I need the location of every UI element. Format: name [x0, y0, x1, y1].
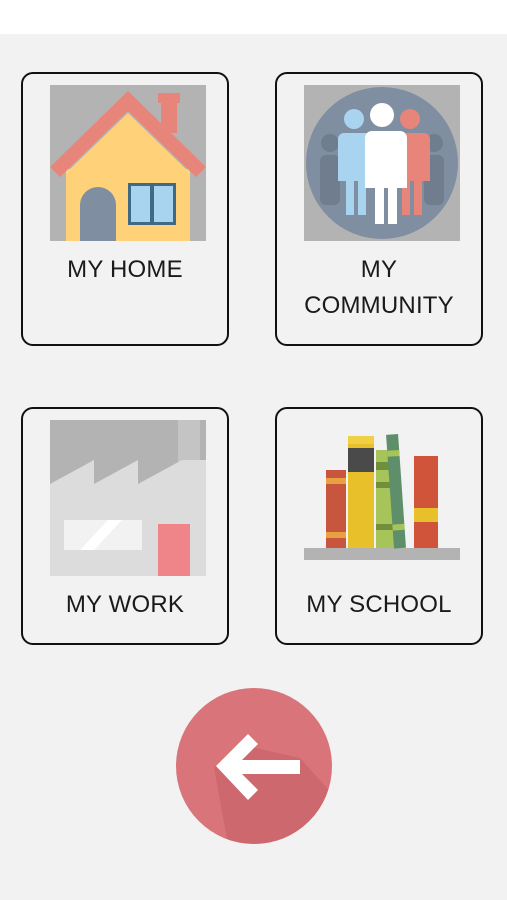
my-school-label: MY SCHOOL — [306, 591, 452, 618]
my-school-card[interactable]: MY SCHOOL — [275, 407, 483, 645]
my-work-card[interactable]: MY WORK — [21, 407, 229, 645]
back-button[interactable] — [176, 688, 332, 844]
my-work-label: MY WORK — [65, 591, 185, 618]
factory-icon — [50, 420, 206, 576]
my-community-label: MY COMMUNITY — [304, 256, 454, 319]
status-bar — [0, 0, 507, 34]
my-home-label: MY HOME — [67, 256, 183, 283]
people-icon — [304, 85, 460, 241]
books-icon — [304, 420, 460, 576]
my-community-card[interactable]: MY COMMUNITY — [275, 72, 483, 346]
my-home-card[interactable]: MY HOME — [21, 72, 229, 346]
house-icon — [50, 85, 206, 241]
arrow-left-icon — [176, 688, 332, 844]
